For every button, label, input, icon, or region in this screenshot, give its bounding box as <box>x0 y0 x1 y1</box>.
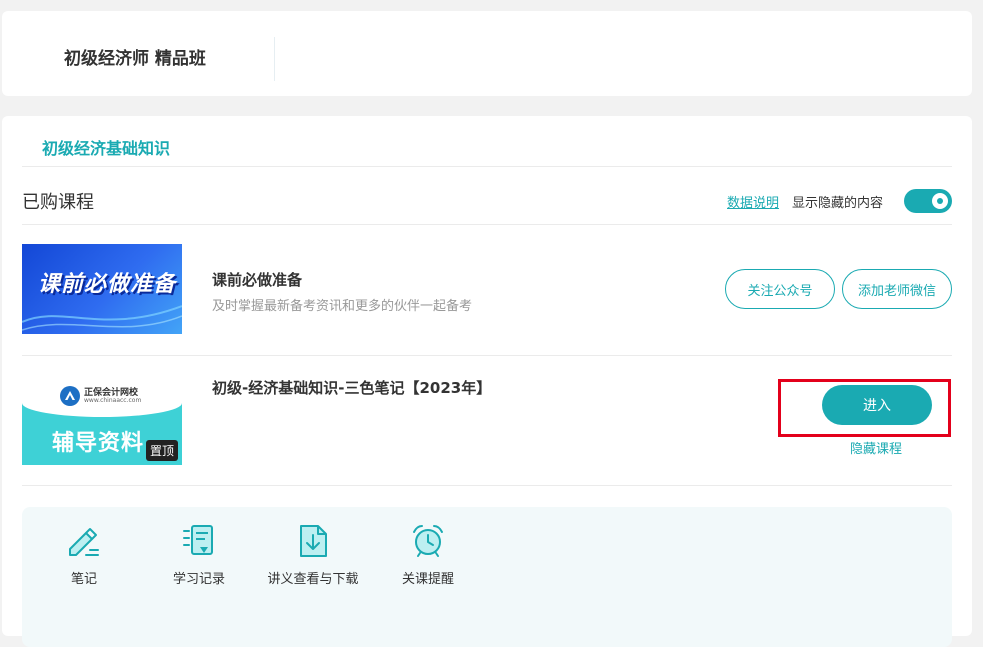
divider <box>22 355 952 356</box>
tool-course-close-reminder[interactable]: 关课提醒 <box>373 523 483 587</box>
course-header-card: 初级经济师 精品班 <box>2 11 972 96</box>
pinned-badge: 置顶 <box>145 440 178 461</box>
thumbnail-text: 课前必做准备 <box>38 272 177 297</box>
tool-label: 笔记 <box>70 572 97 587</box>
alarm-clock-icon <box>413 525 443 557</box>
school-logo-url: www.chinaacc.com <box>84 397 142 404</box>
follow-official-account-button[interactable]: 关注公众号 <box>725 269 835 309</box>
divider <box>22 485 952 486</box>
course-thumbnail[interactable]: 课前必做准备 <box>22 244 182 334</box>
tool-label: 关课提醒 <box>401 572 454 587</box>
course-title: 初级经济师 精品班 <box>64 49 206 69</box>
download-document-icon <box>300 525 327 557</box>
course-tools-panel: 笔记 学习记录 讲义查看与下载 关课提醒 <box>22 507 952 647</box>
hide-course-link[interactable]: 隐藏课程 <box>850 438 902 457</box>
section-title: 已购课程 <box>22 192 94 213</box>
divider <box>274 37 275 81</box>
divider <box>22 224 952 225</box>
tool-handout-download[interactable]: 讲义查看与下载 <box>258 523 368 587</box>
tool-study-record[interactable]: 学习记录 <box>144 523 254 587</box>
show-hidden-toggle[interactable] <box>904 189 952 213</box>
course-title[interactable]: 课前必做准备 <box>212 269 302 290</box>
show-hidden-label: 显示隐藏的内容 <box>792 196 884 211</box>
data-explanation-link[interactable]: 数据说明 <box>727 192 779 211</box>
tool-label: 学习记录 <box>172 572 225 587</box>
course-title[interactable]: 初级-经济基础知识-三色笔记【2023年】 <box>212 378 492 399</box>
school-logo-icon <box>60 386 80 406</box>
subject-tab[interactable]: 初级经济基础知识 <box>42 135 170 159</box>
add-teacher-wechat-button[interactable]: 添加老师微信 <box>842 269 952 309</box>
course-description: 及时掌握最新备考资讯和更多的伙伴一起备考 <box>212 299 473 314</box>
thumbnail-text: 辅导资料 <box>52 431 145 456</box>
divider <box>22 166 952 167</box>
enter-course-button[interactable]: 进入 <box>822 385 932 425</box>
tool-label: 讲义查看与下载 <box>267 572 359 587</box>
course-list-card: 初级经济基础知识 已购课程 数据说明 显示隐藏的内容 课前必做准备 课前必做准备… <box>2 116 972 647</box>
course-thumbnail[interactable]: 正保会计网校 www.chinaacc.com 辅导资料 置顶 <box>22 375 182 465</box>
toggle-knob <box>932 193 948 209</box>
tool-notes[interactable]: 笔记 <box>29 523 139 587</box>
pencil-note-icon <box>69 528 99 556</box>
study-record-icon <box>183 525 213 555</box>
